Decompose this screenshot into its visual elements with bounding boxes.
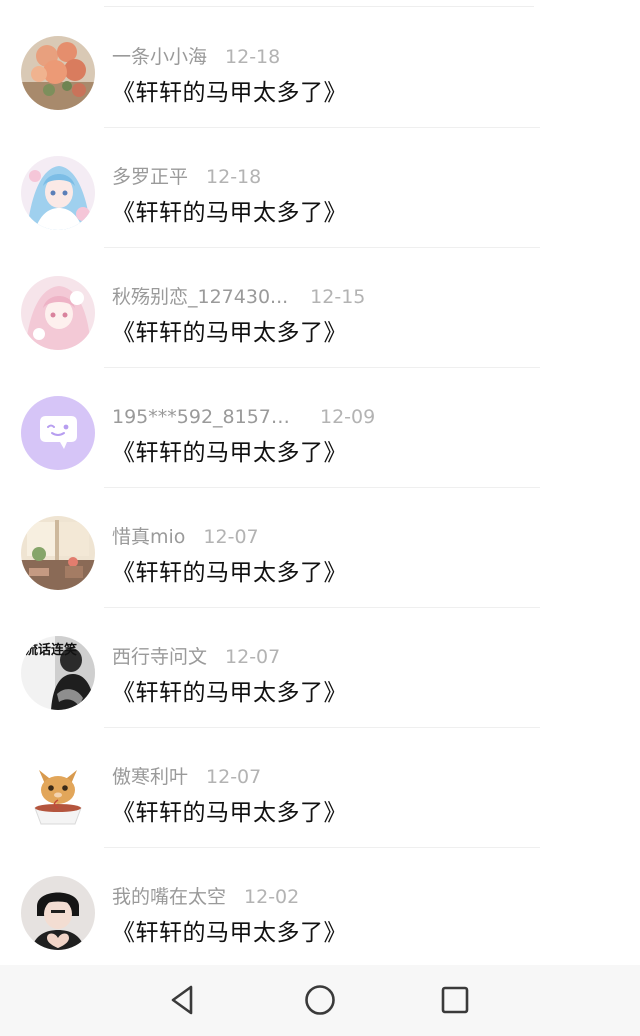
comment-item[interactable]: 一条小小海 12-18 《轩轩的马甲太多了》	[0, 8, 640, 128]
back-triangle-icon	[171, 985, 193, 1015]
user-avatar[interactable]: 流话连笑	[21, 636, 95, 710]
cat-teacup-avatar	[21, 756, 95, 830]
comment-date: 12-18	[225, 46, 281, 68]
username[interactable]: 我的嘴在太空	[112, 884, 226, 910]
user-avatar[interactable]	[21, 516, 95, 590]
comment-item[interactable]: 秋殇别恋_127430... 12-15 《轩轩的马甲太多了》	[0, 248, 640, 368]
username[interactable]: 195***592_81579...	[112, 404, 298, 430]
user-avatar[interactable]	[21, 36, 95, 110]
comment-text: 《轩轩的马甲太多了》	[112, 680, 347, 706]
comment-meta: 秋殇别恋_127430... 12-15	[112, 284, 365, 310]
user-avatar[interactable]	[21, 276, 95, 350]
comment-text: 《轩轩的马甲太多了》	[112, 320, 347, 346]
divider	[104, 6, 534, 7]
comment-item[interactable]: 多罗正平 12-18 《轩轩的马甲太多了》	[0, 128, 640, 248]
comment-date: 12-18	[206, 166, 262, 188]
comment-text: 《轩轩的马甲太多了》	[112, 200, 347, 226]
comment-date: 12-07	[225, 646, 281, 668]
anime-girl-blue-avatar	[21, 156, 95, 230]
avatar-caption-char: 流话连笑	[25, 642, 77, 658]
comment-list: 一条小小海 12-18 《轩轩的马甲太多了》 多罗正平 12-18 《轩轩的马甲太多…	[0, 0, 640, 965]
home-circle-icon	[305, 985, 335, 1015]
recents-button[interactable]	[437, 982, 473, 1018]
comment-text: 《轩轩的马甲太多了》	[112, 440, 347, 466]
recents-square-icon	[441, 986, 469, 1014]
user-avatar[interactable]	[21, 876, 95, 950]
comment-meta: 我的嘴在太空 12-02	[112, 884, 299, 910]
home-button[interactable]	[302, 982, 338, 1018]
window-scene-avatar	[21, 516, 95, 590]
comment-item[interactable]: 惜真mio 12-07 《轩轩的马甲太多了》	[0, 488, 640, 608]
comment-meta: 傲寒利叶 12-07	[112, 764, 261, 790]
comment-text: 《轩轩的马甲太多了》	[112, 800, 347, 826]
comment-meta: 195***592_81579... 12-09	[112, 404, 375, 430]
comment-meta: 一条小小海 12-18	[112, 44, 280, 70]
comment-meta: 多罗正平 12-18	[112, 164, 261, 190]
username[interactable]: 惜真mio	[112, 524, 185, 550]
anime-girl-pink-avatar	[21, 276, 95, 350]
heart-hands-avatar	[21, 876, 95, 950]
user-avatar[interactable]	[21, 156, 95, 230]
back-button[interactable]	[165, 982, 201, 1018]
comment-meta: 惜真mio 12-07	[112, 524, 259, 550]
flowers-avatar	[21, 36, 95, 110]
comment-date: 12-02	[244, 886, 300, 908]
username[interactable]: 一条小小海	[112, 44, 207, 70]
username[interactable]: 多罗正平	[112, 164, 188, 190]
user-avatar[interactable]	[21, 756, 95, 830]
user-avatar[interactable]	[21, 396, 95, 470]
comment-text: 《轩轩的马甲太多了》	[112, 920, 347, 946]
comment-item[interactable]: 流话连笑 西行寺问文 12-07 《轩轩的马甲太多了》	[0, 608, 640, 728]
username[interactable]: 西行寺问文	[112, 644, 207, 670]
comment-item[interactable]: 我的嘴在太空 12-02 《轩轩的马甲太多了》	[0, 848, 640, 965]
comment-item[interactable]: 195***592_81579... 12-09 《轩轩的马甲太多了》	[0, 368, 640, 488]
comment-text: 《轩轩的马甲太多了》	[112, 560, 347, 586]
comment-date: 12-07	[206, 766, 262, 788]
comment-date: 12-07	[203, 526, 259, 548]
comment-meta: 西行寺问文 12-07	[112, 644, 280, 670]
default-chat-avatar	[21, 396, 95, 470]
comment-text: 《轩轩的马甲太多了》	[112, 80, 347, 106]
username[interactable]: 秋殇别恋_127430...	[112, 284, 288, 310]
username[interactable]: 傲寒利叶	[112, 764, 188, 790]
system-navbar	[0, 965, 640, 1036]
comment-date: 12-09	[320, 406, 376, 428]
comment-item[interactable]: 傲寒利叶 12-07 《轩轩的马甲太多了》	[0, 728, 640, 848]
bw-person-avatar: 流话连笑	[21, 636, 95, 710]
comment-date: 12-15	[310, 286, 366, 308]
